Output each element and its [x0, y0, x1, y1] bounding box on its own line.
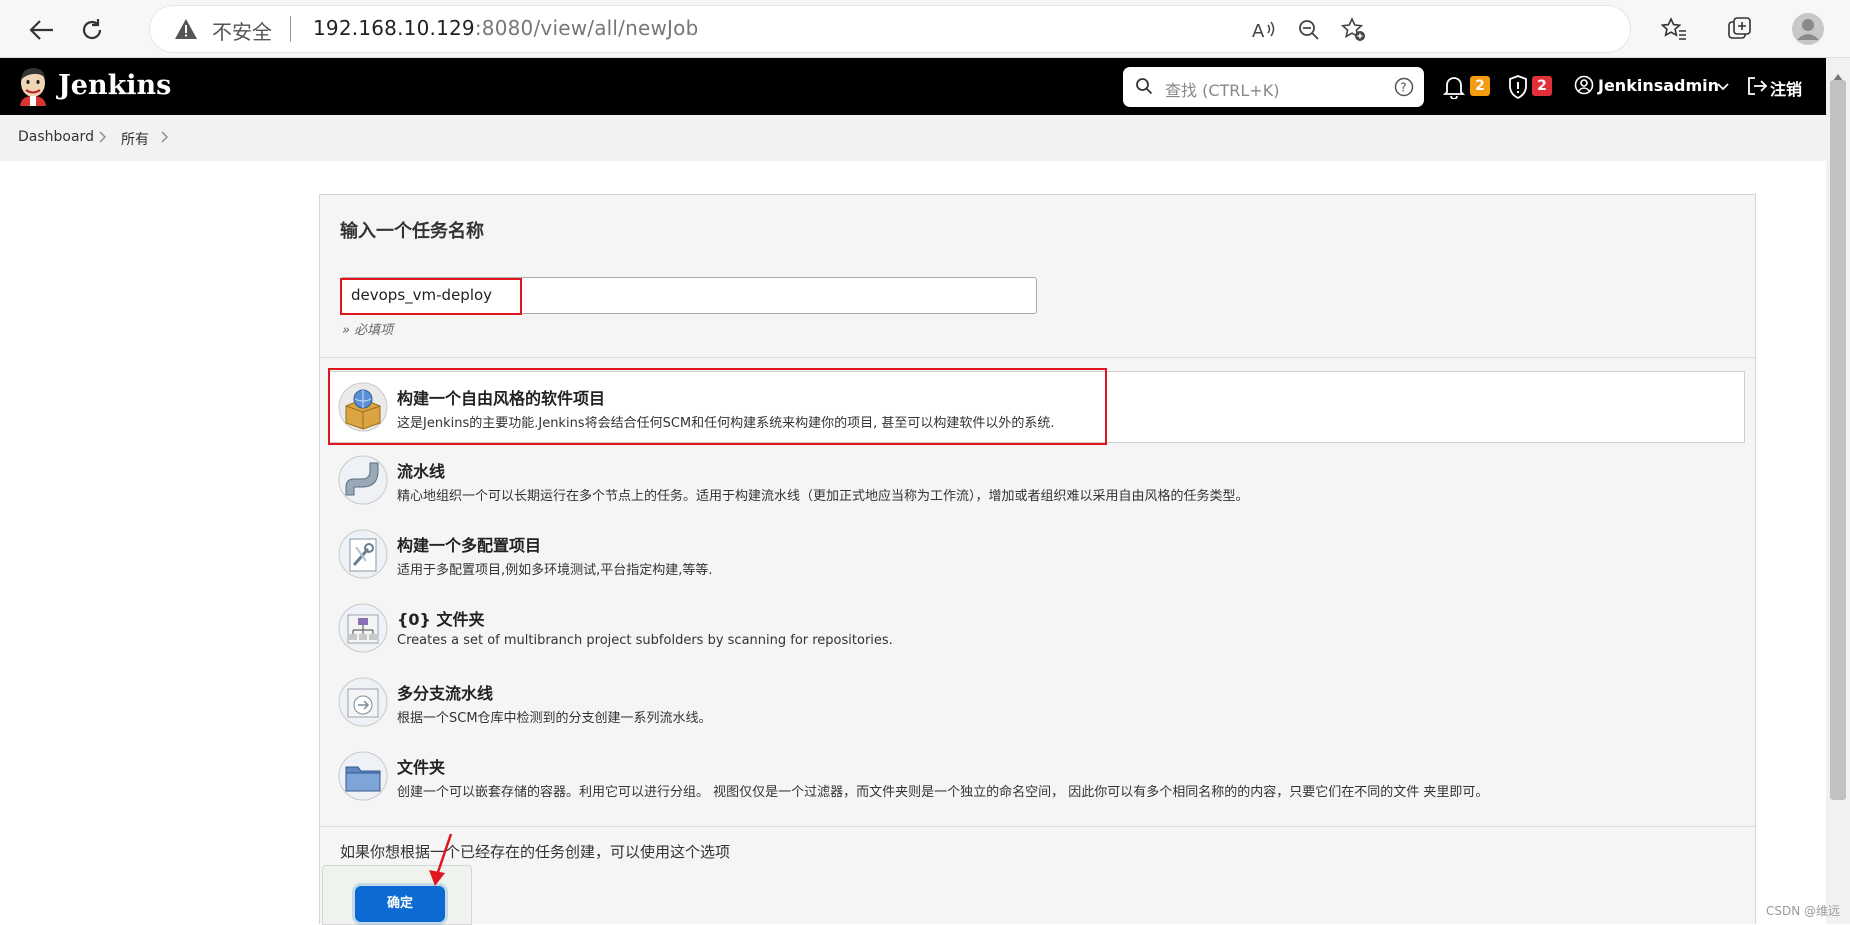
item-type-title: 构建一个自由风格的软件项目 — [397, 389, 606, 408]
watermark: CSDN @维远 — [1766, 904, 1841, 918]
chevron-right-icon[interactable] — [160, 130, 170, 148]
item-type-freestyle[interactable]: 构建一个自由风格的软件项目 这是Jenkins的主要功能.Jenkins将会结合… — [328, 371, 1745, 443]
freestyle-icon — [338, 382, 388, 432]
item-type-pipeline[interactable]: 流水线 精心地组织一个可以长期运行在多个节点上的任务。适用于构建流水线（更加正式… — [328, 444, 1745, 516]
jenkins-logo-icon[interactable] — [16, 66, 50, 106]
multibranch-icon — [338, 677, 388, 727]
url-path: :8080/view/all/newJob — [474, 16, 699, 40]
add-favorite-icon[interactable] — [1340, 16, 1368, 44]
svg-text:?: ? — [1400, 81, 1406, 95]
security-label[interactable]: 不安全 — [212, 16, 272, 45]
item-type-desc: 创建一个可以嵌套存储的容器。利用它可以进行分组。 视图仅仅是一个过滤器，而文件夹… — [397, 785, 1489, 800]
security-badge[interactable]: 2 — [1532, 76, 1552, 96]
browser-toolbar: 不安全 192.168.10.129:8080/view/all/newJob … — [0, 0, 1850, 58]
item-type-title: 多分支流水线 — [397, 684, 494, 703]
breadcrumb-all[interactable]: 所有 — [121, 129, 149, 149]
address-bar[interactable]: 不安全 192.168.10.129:8080/view/all/newJob … — [150, 6, 1630, 52]
profile-avatar-icon[interactable] — [1792, 13, 1824, 45]
item-type-desc: 根据一个SCM仓库中检测到的分支创建一系列流水线。 — [397, 711, 712, 726]
copy-from-section: 如果你想根据一个已经存在的任务创建，可以使用这个选项 确定 — [320, 826, 1755, 925]
item-type-desc: 适用于多配置项目,例如多环境测试,平台指定构建,等等. — [397, 563, 713, 578]
logout-link[interactable]: 注销 — [1770, 76, 1802, 100]
item-name-input[interactable]: devops_vm-deploy — [340, 277, 1037, 314]
item-type-org-folder[interactable]: {0} 文件夹 Creates a set of multibranch pro… — [328, 592, 1745, 664]
jenkins-header: Jenkins 查找 (CTRL+K) ? 2 2 Jenkinsadmin 注… — [0, 58, 1826, 115]
multi-config-icon — [338, 529, 388, 579]
search-box[interactable]: 查找 (CTRL+K) ? — [1123, 67, 1424, 107]
url-text[interactable]: 192.168.10.129:8080/view/all/newJob — [313, 16, 699, 40]
warning-icon[interactable] — [174, 18, 198, 44]
logout-icon[interactable] — [1746, 75, 1768, 101]
required-hint: » 必填项 — [342, 323, 394, 338]
svg-text:A: A — [1252, 21, 1265, 41]
read-aloud-icon[interactable]: A — [1250, 16, 1278, 44]
item-type-multibranch[interactable]: 多分支流水线 根据一个SCM仓库中检测到的分支创建一系列流水线。 — [328, 666, 1745, 738]
folder-icon — [338, 751, 388, 801]
address-divider — [290, 16, 291, 42]
chevron-down-icon[interactable] — [1716, 79, 1730, 98]
item-type-title: 文件夹 — [397, 758, 446, 777]
item-name-label: 输入一个任务名称 — [340, 221, 484, 242]
item-type-multi-config[interactable]: 构建一个多配置项目 适用于多配置项目,例如多环境测试,平台指定构建,等等. — [328, 518, 1745, 590]
item-type-desc: 精心地组织一个可以长期运行在多个节点上的任务。适用于构建流水线（更加正式地应当称… — [397, 489, 1249, 504]
user-menu[interactable]: Jenkinsadmin — [1598, 76, 1719, 95]
page-scrollbar[interactable] — [1826, 58, 1850, 924]
breadcrumb: Dashboard 所有 — [0, 115, 1826, 161]
form-button-bar: 确定 — [322, 865, 472, 925]
ok-button[interactable]: 确定 — [355, 886, 445, 922]
item-name-section: 输入一个任务名称 devops_vm-deploy » 必填项 — [320, 195, 1755, 358]
search-icon — [1135, 77, 1153, 99]
back-icon[interactable] — [22, 10, 62, 50]
shield-warning-icon[interactable] — [1507, 74, 1529, 104]
search-input[interactable]: 查找 (CTRL+K) — [1165, 77, 1279, 101]
help-icon[interactable]: ? — [1394, 77, 1414, 101]
pipeline-icon — [338, 455, 388, 505]
bell-icon[interactable] — [1442, 75, 1466, 103]
item-type-title: 流水线 — [397, 462, 446, 481]
favorites-icon[interactable] — [1658, 13, 1690, 45]
item-type-title: 构建一个多配置项目 — [397, 536, 542, 555]
zoom-out-icon[interactable] — [1295, 16, 1323, 44]
notification-badge[interactable]: 2 — [1470, 76, 1490, 96]
item-type-folder[interactable]: 文件夹 创建一个可以嵌套存储的容器。利用它可以进行分组。 视图仅仅是一个过滤器，… — [328, 740, 1745, 812]
breadcrumb-dashboard[interactable]: Dashboard — [18, 129, 94, 145]
copy-from-label: 如果你想根据一个已经存在的任务创建，可以使用这个选项 — [340, 843, 731, 861]
item-type-desc: 这是Jenkins的主要功能.Jenkins将会结合任何SCM和任何构建系统来构… — [397, 416, 1055, 431]
url-host: 192.168.10.129 — [313, 16, 475, 40]
user-icon[interactable] — [1574, 75, 1594, 99]
item-type-title: {0} 文件夹 — [397, 610, 485, 629]
jenkins-brand[interactable]: Jenkins — [58, 70, 171, 101]
scrollbar-thumb[interactable] — [1830, 80, 1846, 800]
item-type-desc: Creates a set of multibranch project sub… — [397, 633, 893, 648]
chevron-right-icon — [98, 130, 108, 148]
collections-icon[interactable] — [1724, 13, 1756, 45]
org-folder-icon — [338, 603, 388, 653]
reload-icon[interactable] — [72, 10, 112, 50]
